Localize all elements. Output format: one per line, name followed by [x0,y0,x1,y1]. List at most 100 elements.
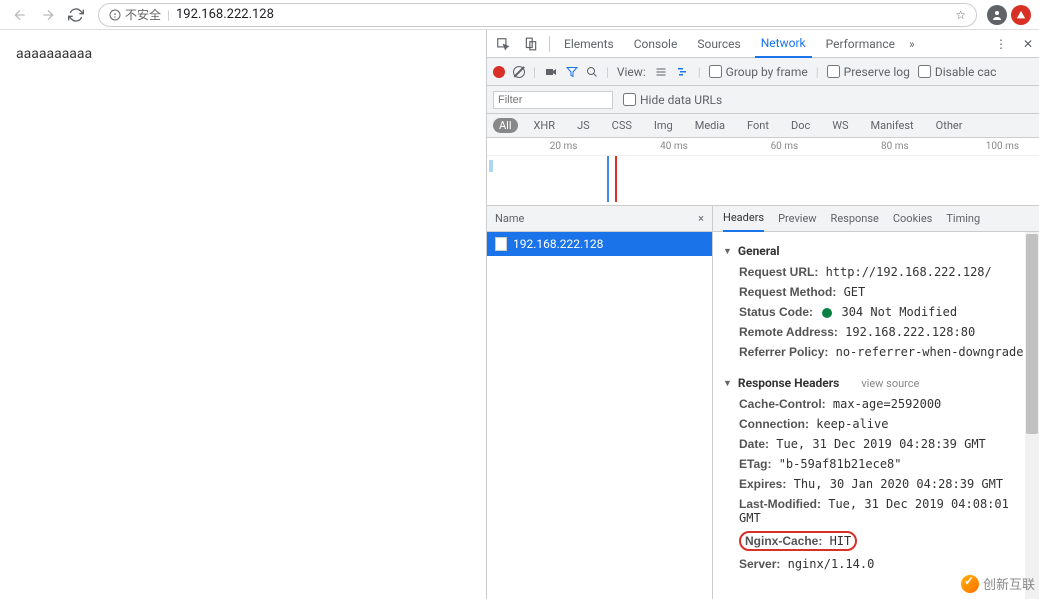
request-list: Name × 192.168.222.128 [487,206,713,599]
timeline-load-line [615,156,617,202]
record-button[interactable] [493,66,505,78]
devtools-close-icon[interactable]: ✕ [1023,37,1033,51]
connection-row: Connection: keep-alive [713,414,1039,434]
detail-tab-preview[interactable]: Preview [778,206,816,232]
watermark-logo-icon [961,575,979,593]
detail-body: ▼ General Request URL: http://192.168.22… [713,232,1039,599]
inspect-icon[interactable] [493,34,513,54]
large-rows-icon[interactable] [654,66,668,78]
type-css[interactable]: CSS [606,118,638,133]
timeline-40ms: 40 ms [597,138,707,155]
expires-row: Expires: Thu, 30 Jan 2020 04:28:39 GMT [713,474,1039,494]
tab-sources[interactable]: Sources [691,30,746,58]
security-label: 不安全 [125,6,161,23]
document-icon [495,237,507,251]
date-row: Date: Tue, 31 Dec 2019 04:28:39 GMT [713,434,1039,454]
disable-cache-checkbox[interactable]: Disable cac [918,65,997,79]
type-all[interactable]: All [493,118,518,133]
profile-icon[interactable] [987,5,1007,25]
type-js[interactable]: JS [571,118,596,133]
detail-tabs: Headers Preview Response Cookies Timing [713,206,1039,232]
timeline-domcontent-line [607,156,609,202]
clear-button[interactable] [513,66,525,78]
cache-control-row: Cache-Control: max-age=2592000 [713,394,1039,414]
timeline-60ms: 60 ms [708,138,818,155]
type-filter-row: All XHR JS CSS Img Media Font Doc WS Man… [487,114,1039,138]
toolbar-sep4: | [816,65,819,79]
type-media[interactable]: Media [689,118,731,133]
hide-data-urls-checkbox[interactable]: Hide data URLs [623,93,722,107]
type-font[interactable]: Font [741,118,775,133]
view-source-link[interactable]: view source [861,377,919,390]
url-divider: | [167,8,170,22]
extension-badge-icon[interactable] [1011,5,1031,25]
security-indicator: 不安全 [109,6,161,23]
name-column-header[interactable]: Name [495,212,524,225]
request-name: 192.168.222.128 [513,237,603,251]
camera-icon[interactable] [544,66,558,78]
forward-button[interactable] [36,3,60,27]
triangle-down-icon: ▼ [723,378,732,389]
status-dot-icon [822,308,832,318]
type-ws[interactable]: WS [826,118,854,133]
toolbar-sep1: | [533,65,536,79]
nginx-cache-row: Nginx-Cache: HIT [713,528,1039,554]
request-method-row: Request Method: GET [713,282,1039,302]
preserve-log-checkbox[interactable]: Preserve log [827,65,910,79]
filter-row: Hide data URLs [487,86,1039,114]
server-row: Server: nginx/1.14.0 [713,554,1039,574]
page-body-text: aaaaaaaaaa [16,46,92,62]
devtools-menu-icon[interactable]: ⋮ [995,37,1007,51]
general-section-header[interactable]: ▼ General [713,240,1039,262]
type-img[interactable]: Img [648,118,679,133]
timeline-80ms: 80 ms [818,138,928,155]
filter-toggle-icon[interactable] [566,66,578,78]
tab-elements[interactable]: Elements [558,30,620,58]
status-code-row: Status Code: 304 Not Modified [713,302,1039,322]
network-toolbar: | | View: | Group by frame | Preserve lo… [487,58,1039,86]
back-button[interactable] [8,3,32,27]
type-xhr[interactable]: XHR [528,118,562,133]
network-timeline[interactable]: 20 ms 40 ms 60 ms 80 ms 100 ms [487,138,1039,206]
url-text: 192.168.222.128 [176,7,274,22]
timeline-20ms: 20 ms [487,138,597,155]
request-row[interactable]: 192.168.222.128 [487,232,712,256]
watermark: 创新互联 [961,574,1035,593]
tab-separator [549,36,550,52]
tab-performance[interactable]: Performance [820,30,901,58]
page-content: aaaaaaaaaa [0,30,486,599]
devtools-tabs: Elements Console Sources Network Perform… [487,30,1039,58]
tab-console[interactable]: Console [628,30,684,58]
timeline-100ms: 100 ms [929,138,1039,155]
device-toggle-icon[interactable] [521,34,541,54]
search-icon[interactable] [586,66,598,78]
bookmark-icon[interactable]: ☆ [955,8,966,22]
scrollbar[interactable] [1025,232,1039,599]
filter-input[interactable] [493,91,613,109]
detail-panel: Headers Preview Response Cookies Timing … [713,206,1039,599]
reload-button[interactable] [64,3,88,27]
referrer-policy-row: Referrer Policy: no-referrer-when-downgr… [713,342,1039,362]
type-other[interactable]: Other [930,118,969,133]
last-modified-row: Last-Modified: Tue, 31 Dec 2019 04:08:01… [713,494,1039,528]
group-by-frame-checkbox[interactable]: Group by frame [709,65,808,79]
close-detail-icon[interactable]: × [698,212,704,225]
more-tabs-icon[interactable]: » [909,37,915,51]
request-url-row: Request URL: http://192.168.222.128/ [713,262,1039,282]
type-manifest[interactable]: Manifest [865,118,920,133]
detail-tab-response[interactable]: Response [831,206,879,232]
timeline-request-bar [489,160,493,172]
browser-toolbar: 不安全 | 192.168.222.128 ☆ [0,0,1039,30]
type-doc[interactable]: Doc [785,118,816,133]
toolbar-sep2: | [606,65,609,79]
waterfall-icon[interactable] [676,66,690,78]
response-headers-section-header[interactable]: ▼ Response Headers view source [713,372,1039,394]
etag-row: ETag: "b-59af81b21ece8" [713,454,1039,474]
detail-tab-headers[interactable]: Headers [723,206,764,232]
devtools-panel: Elements Console Sources Network Perform… [486,30,1039,599]
toolbar-sep3: | [698,65,701,79]
detail-tab-timing[interactable]: Timing [946,206,980,232]
tab-network[interactable]: Network [755,30,812,58]
detail-tab-cookies[interactable]: Cookies [893,206,932,232]
url-bar[interactable]: 不安全 | 192.168.222.128 ☆ [98,3,977,27]
